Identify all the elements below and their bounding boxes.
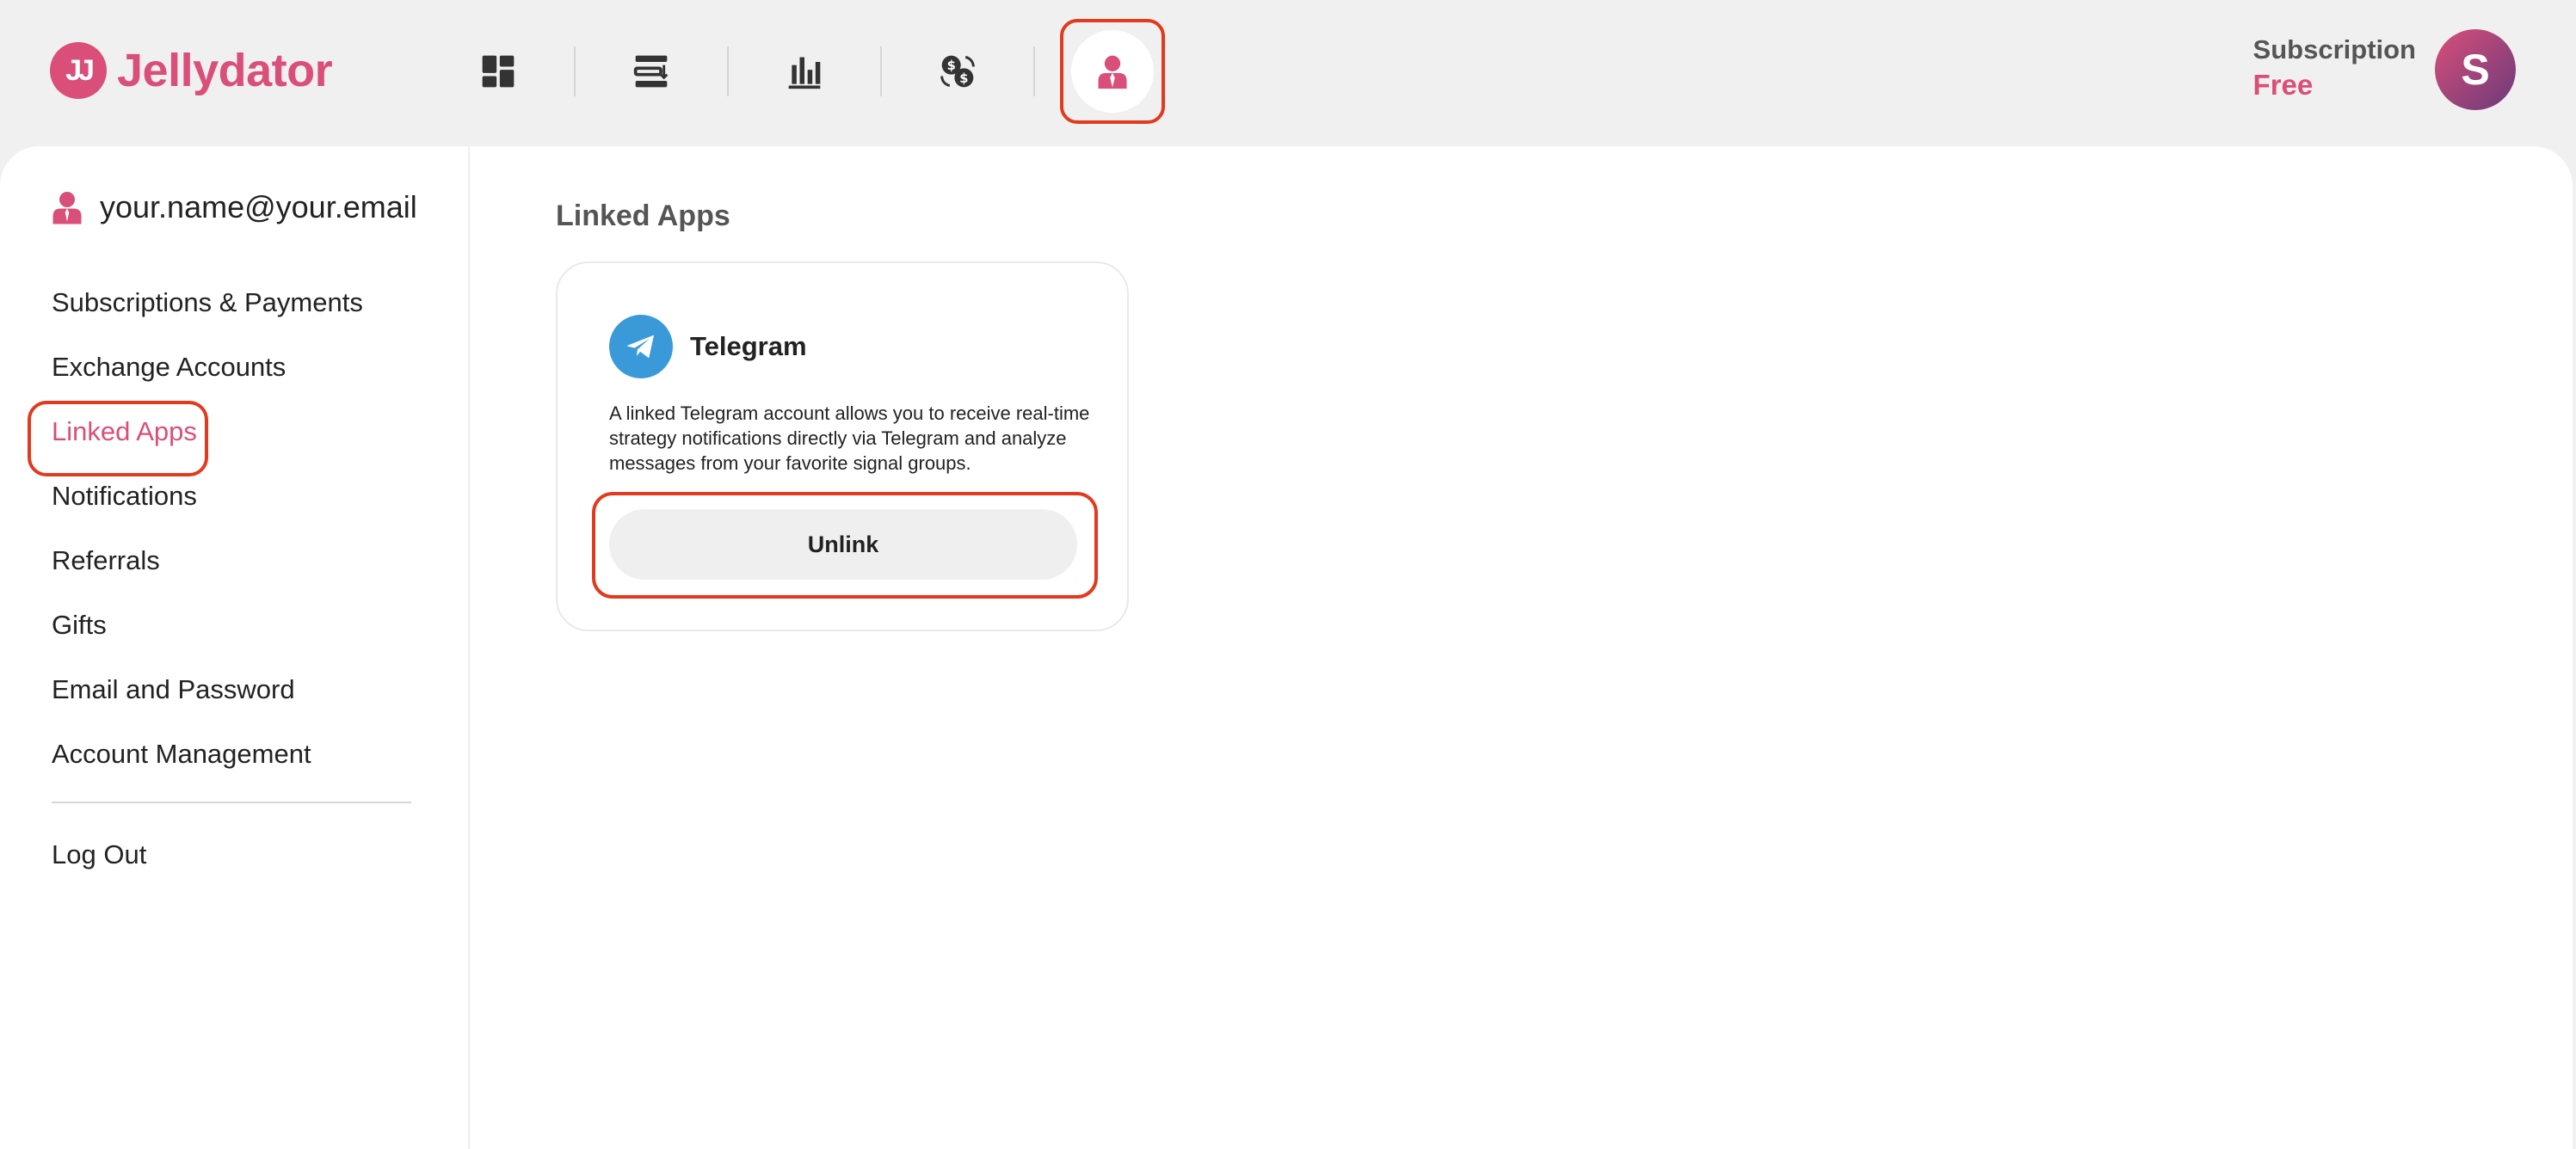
avatar[interactable]: S — [2435, 29, 2516, 110]
brand-name: Jellydator — [117, 45, 333, 96]
logout-label: Log Out — [52, 839, 147, 869]
nav-dashboard[interactable] — [447, 21, 549, 122]
subscription-plan: Free — [2252, 69, 2314, 101]
nav-profile-active-indicator — [1071, 30, 1154, 113]
subscription-label: Subscription — [2252, 34, 2416, 65]
app-name: Telegram — [690, 331, 807, 361]
sidebar-item-notifications[interactable]: Notifications — [52, 464, 411, 528]
sidebar-item-label: Notifications — [52, 480, 197, 511]
nav-separator — [1033, 46, 1035, 96]
sidebar-item-subscriptions[interactable]: Subscriptions & Payments — [52, 270, 411, 335]
nav-separator — [574, 46, 576, 96]
sidebar-item-gifts[interactable]: Gifts — [52, 593, 411, 657]
page-title: Linked Apps — [556, 200, 730, 232]
user-icon — [52, 192, 82, 224]
sidebar-item-label: Gifts — [52, 609, 107, 640]
nav-separator — [727, 46, 729, 96]
telegram-app-card: Telegram A linked Telegram account allow… — [556, 261, 1129, 631]
sidebar-item-label: Email and Password — [52, 673, 295, 704]
nav-separator — [880, 46, 882, 96]
svg-text:$: $ — [947, 58, 956, 73]
nav-profile[interactable] — [1060, 19, 1165, 124]
app-description: A linked Telegram account allows you to … — [609, 402, 1090, 474]
bar-chart-icon — [788, 57, 821, 89]
main-panel: your.name@your.email Subscriptions & Pay… — [0, 146, 2573, 1149]
unlink-button[interactable]: Unlink — [609, 509, 1077, 580]
sidebar-item-label: Exchange Accounts — [52, 351, 287, 382]
nav-exchange[interactable]: $ $ — [907, 21, 1008, 122]
sidebar-item-referrals[interactable]: Referrals — [52, 528, 411, 593]
app-logo[interactable]: JJ Jellydator — [50, 41, 333, 100]
paper-plane-icon — [626, 335, 654, 359]
currency-exchange-icon: $ $ — [940, 55, 975, 88]
sidebar-item-account-management[interactable]: Account Management — [52, 722, 411, 786]
user-email: your.name@your.email — [100, 189, 417, 224]
logout-button[interactable]: Log Out — [52, 822, 411, 887]
user-profile-icon — [1098, 55, 1127, 89]
nav-strategies[interactable] — [601, 21, 702, 122]
sidebar-item-label: Subscriptions & Payments — [52, 286, 363, 317]
svg-text:$: $ — [959, 71, 968, 86]
main-nav: $ $ — [447, 15, 1165, 127]
sidebar-item-email-password[interactable]: Email and Password — [52, 657, 411, 722]
strategy-list-icon — [633, 55, 669, 88]
top-bar: JJ Jellydator $ $ Subscription Free S — [0, 0, 2576, 146]
settings-menu: Subscriptions & Payments Exchange Accoun… — [28, 270, 411, 887]
logo-mark-icon: JJ — [50, 42, 107, 99]
nav-statistics[interactable] — [754, 21, 855, 122]
card-header: Telegram — [609, 315, 807, 378]
subscription-status[interactable]: Subscription Free — [2253, 34, 2416, 101]
sidebar-item-exchange-accounts[interactable]: Exchange Accounts — [52, 335, 411, 399]
telegram-icon — [609, 315, 673, 378]
sidebar-item-linked-apps[interactable]: Linked Apps — [28, 399, 411, 476]
sidebar-item-label: Referrals — [52, 544, 160, 575]
dashboard-icon — [482, 55, 515, 88]
user-info: your.name@your.email — [52, 189, 417, 225]
menu-divider — [52, 802, 411, 803]
settings-sidebar: your.name@your.email Subscriptions & Pay… — [0, 146, 470, 1149]
sidebar-item-label: Account Management — [52, 738, 311, 769]
